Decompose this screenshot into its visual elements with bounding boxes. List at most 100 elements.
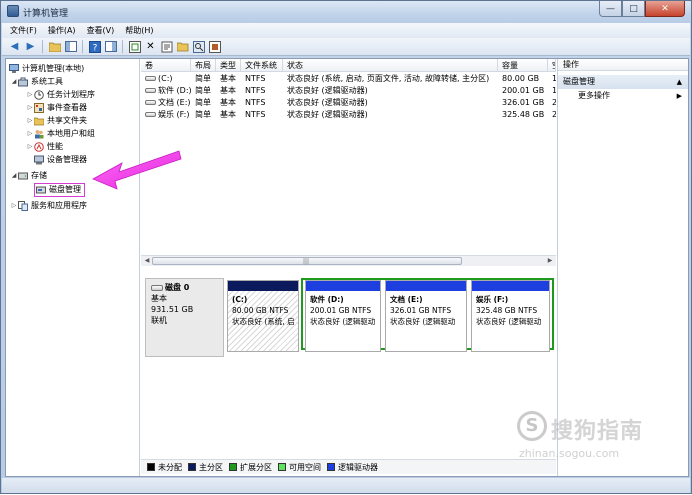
volume-row[interactable]: 娱乐 (F:) 简单 基本 NTFS 状态良好 (逻辑驱动器) 325.48 G… xyxy=(141,109,556,121)
legend-unallocated: 未分配 xyxy=(147,462,182,473)
collapsed-triangle-icon[interactable]: ▷ xyxy=(26,130,34,137)
open-icon[interactable] xyxy=(176,40,189,53)
partition-d[interactable]: 软件 (D:) 200.01 GB NTFS 状态良好 (逻辑驱动 xyxy=(305,280,381,352)
volume-type: 基本 xyxy=(220,110,236,119)
scrollbar-thumb[interactable]: ||| xyxy=(152,257,462,265)
properties-icon[interactable] xyxy=(160,40,173,53)
actions-section-disk-management[interactable]: 磁盘管理 ▲ xyxy=(558,75,688,89)
volume-icon xyxy=(145,112,156,117)
tree-item-event-viewer[interactable]: ▷ 事件查看器 xyxy=(26,101,87,114)
menu-action[interactable]: 操作(A) xyxy=(48,25,76,36)
column-header-filesystem[interactable]: 文件系统 xyxy=(241,59,283,72)
tree-item-root[interactable]: 计算机管理(本地) xyxy=(9,62,84,75)
status-bar xyxy=(2,478,690,493)
actions-header: 操作 xyxy=(558,59,688,71)
collapsed-triangle-icon[interactable]: ▷ xyxy=(10,202,18,209)
toolbar-separator xyxy=(82,40,83,53)
close-button[interactable]: ✕ xyxy=(645,1,685,17)
delete-icon[interactable]: ✕ xyxy=(144,40,157,53)
tree-item-shared-folders[interactable]: ▷ 共享文件夹 xyxy=(26,114,87,127)
more-actions-item[interactable]: 更多操作 ▶ xyxy=(558,89,688,103)
up-folder-icon[interactable] xyxy=(48,40,61,53)
column-header-free[interactable]: 空 xyxy=(548,59,556,72)
partition-bar xyxy=(386,281,466,291)
volume-filesystem: NTFS xyxy=(245,86,266,95)
menu-help[interactable]: 帮助(H) xyxy=(125,25,153,36)
partition-f[interactable]: 娱乐 (F:) 325.48 GB NTFS 状态良好 (逻辑驱动 xyxy=(471,280,550,352)
console-tree: 计算机管理(本地) ◢ 系统工具 ▷ 任务计划程序 ▷ 事件查看器 ▷ 共享文件… xyxy=(6,59,140,476)
services-icon xyxy=(18,200,28,211)
tree-item-local-users[interactable]: ▷ 本地用户和组 xyxy=(26,127,95,140)
submenu-arrow-icon: ▶ xyxy=(676,92,682,100)
toolbar: ◀ ▶ ? ✕ xyxy=(2,38,690,56)
watermark: S 搜狗指南 zhinan.sogou.com xyxy=(517,409,677,469)
forward-icon[interactable]: ▶ xyxy=(24,40,37,53)
menu-view[interactable]: 查看(V) xyxy=(87,25,115,36)
tree-item-services-apps[interactable]: ▷ 服务和应用程序 xyxy=(10,199,87,212)
window-controls: — □ ✕ xyxy=(599,1,685,18)
partition-e[interactable]: 文档 (E:) 326.01 GB NTFS 状态良好 (逻辑驱动 xyxy=(385,280,467,352)
volume-type: 基本 xyxy=(220,98,236,107)
title-bar[interactable]: 计算机管理 — □ ✕ xyxy=(1,1,691,23)
tree-item-device-manager[interactable]: 设备管理器 xyxy=(34,153,87,166)
column-header-volume[interactable]: 卷 xyxy=(141,59,191,72)
partition-c[interactable]: (C:) 80.00 GB NTFS 状态良好 (系统, 启 xyxy=(227,280,299,352)
legend-swatch xyxy=(327,463,335,471)
legend-extended: 扩展分区 xyxy=(229,462,272,473)
collapsed-triangle-icon[interactable]: ▷ xyxy=(26,117,34,124)
partition-size: 80.00 GB NTFS xyxy=(232,306,289,315)
legend-swatch xyxy=(278,463,286,471)
volume-free: 1 xyxy=(552,86,556,95)
column-header-status[interactable]: 状态 xyxy=(283,59,498,72)
volume-type: 基本 xyxy=(220,86,236,95)
export-icon[interactable] xyxy=(208,40,221,53)
volume-row[interactable]: 软件 (D:) 简单 基本 NTFS 状态良好 (逻辑驱动器) 200.01 G… xyxy=(141,85,556,97)
refresh-icon[interactable] xyxy=(128,40,141,53)
volume-pane: 卷 布局 类型 文件系统 状态 容量 空 (C:) 简单 基本 NTFS 状态良… xyxy=(141,59,556,476)
tree-item-task-scheduler[interactable]: ▷ 任务计划程序 xyxy=(26,88,95,101)
volume-icon xyxy=(145,88,156,93)
volume-list-header: 卷 布局 类型 文件系统 状态 容量 空 xyxy=(141,59,556,72)
tree-item-storage[interactable]: ◢ 存储 xyxy=(10,169,47,182)
svg-text:?: ? xyxy=(92,43,97,53)
volume-row[interactable]: 文档 (E:) 简单 基本 NTFS 状态良好 (逻辑驱动器) 326.01 G… xyxy=(141,97,556,109)
collapsed-triangle-icon[interactable]: ▷ xyxy=(26,143,34,150)
tree-item-disk-management[interactable]: 磁盘管理 xyxy=(34,182,85,197)
scroll-right-icon[interactable]: ▶ xyxy=(545,256,555,266)
maximize-button[interactable]: □ xyxy=(622,1,645,17)
tree-item-system-tools[interactable]: ◢ 系统工具 xyxy=(10,75,63,88)
column-header-type[interactable]: 类型 xyxy=(216,59,241,72)
legend-free-space: 可用空间 xyxy=(278,462,321,473)
clock-icon xyxy=(34,89,44,100)
help-icon[interactable]: ? xyxy=(88,40,101,53)
show-hide-tree-icon[interactable] xyxy=(64,40,77,53)
tree-item-performance[interactable]: ▷ 性能 xyxy=(26,140,63,153)
search-icon[interactable] xyxy=(192,40,205,53)
selected-disk-management[interactable]: 磁盘管理 xyxy=(34,182,85,197)
disk-legend: 未分配 主分区 扩展分区 可用空间 逻辑驱动器 xyxy=(141,459,556,474)
view-icon[interactable] xyxy=(104,40,117,53)
legend-swatch xyxy=(147,463,155,471)
partition-status: 状态良好 (逻辑驱动 xyxy=(310,317,376,326)
back-icon[interactable]: ◀ xyxy=(8,40,21,53)
volume-filesystem: NTFS xyxy=(245,98,266,107)
disk-0-label[interactable]: 磁盘 0 基本 931.51 GB 联机 xyxy=(145,278,224,357)
volume-name: 文档 (E:) xyxy=(158,98,191,107)
horizontal-scrollbar[interactable]: ◀ ||| ▶ xyxy=(141,255,556,266)
expanded-triangle-icon[interactable]: ◢ xyxy=(10,172,18,179)
scroll-left-icon[interactable]: ◀ xyxy=(142,256,152,266)
users-icon xyxy=(34,129,44,139)
menu-file[interactable]: 文件(F) xyxy=(10,25,37,36)
collapsed-triangle-icon[interactable]: ▷ xyxy=(26,104,34,111)
legend-swatch xyxy=(188,463,196,471)
expanded-triangle-icon[interactable]: ◢ xyxy=(10,78,18,85)
minimize-button[interactable]: — xyxy=(599,1,622,17)
volume-status: 状态良好 (逻辑驱动器) xyxy=(287,86,368,95)
collapse-triangle-icon[interactable]: ▲ xyxy=(677,75,682,89)
column-header-layout[interactable]: 布局 xyxy=(191,59,216,72)
volume-row[interactable]: (C:) 简单 基本 NTFS 状态良好 (系统, 启动, 页面文件, 活动, … xyxy=(141,73,556,85)
collapsed-triangle-icon[interactable]: ▷ xyxy=(26,91,34,98)
column-header-capacity[interactable]: 容量 xyxy=(498,59,548,72)
partition-bar xyxy=(472,281,549,291)
toolbox-icon xyxy=(18,77,28,87)
